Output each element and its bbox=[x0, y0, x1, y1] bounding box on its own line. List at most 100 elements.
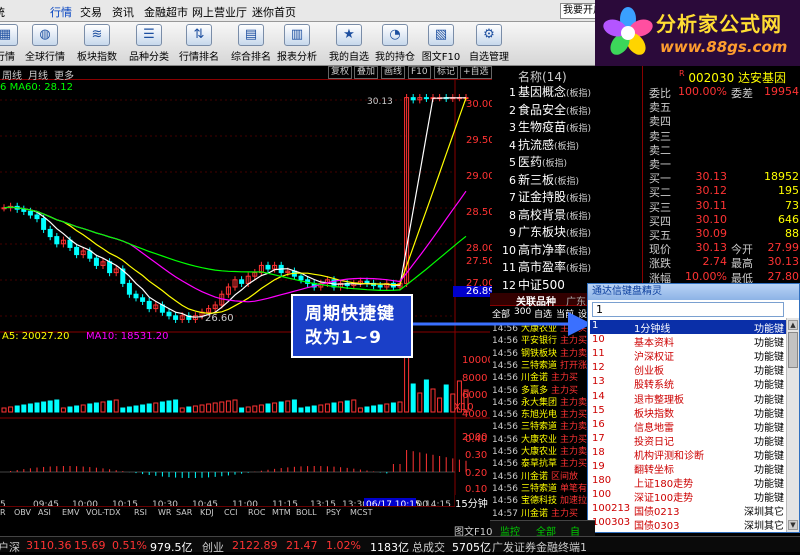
assoc-row[interactable]: 14:56 东旭光电 主力买 bbox=[492, 407, 587, 420]
indicator-tab[interactable]: PSY bbox=[326, 508, 341, 517]
overlay-button[interactable]: 叠加 bbox=[354, 66, 379, 79]
popup-name: 国债0303 bbox=[634, 521, 680, 533]
sector-list-item[interactable]: 1 基因概念(板指) bbox=[500, 83, 591, 100]
indicator-tab[interactable]: RSI bbox=[134, 508, 147, 517]
popup-row[interactable]: 11 沪深权证 功能键 bbox=[590, 348, 786, 363]
sector-list-item[interactable]: 11 高市盈率(板指) bbox=[500, 258, 591, 275]
sector-list-item[interactable]: 12 中证500 bbox=[500, 276, 565, 293]
popup-row[interactable]: 13 股转系统 功能键 bbox=[590, 376, 786, 391]
assoc-row[interactable]: 14:56 三特索道 主力卖 bbox=[492, 419, 587, 432]
assoc-row[interactable]: 14:57 川金诺 主力买 bbox=[492, 506, 578, 519]
popup-row[interactable]: 17 投资日记 功能键 bbox=[590, 433, 786, 448]
toolbar-overall-ranking-button[interactable]: ▤ 综合排名 bbox=[226, 24, 276, 64]
menu-item-market[interactable]: 行情 bbox=[50, 4, 72, 20]
volume-bar bbox=[153, 402, 159, 413]
popup-row[interactable]: 180 上证180走势 功能键 bbox=[590, 475, 786, 490]
indicator-tab[interactable]: MCST bbox=[350, 508, 372, 517]
indicator-tab[interactable]: CCI bbox=[224, 508, 238, 517]
sector-list-item[interactable]: 2 食品安全(板指) bbox=[500, 101, 591, 118]
indicator-tab[interactable]: ASI bbox=[38, 508, 51, 517]
toolbar-my-watchlist-button[interactable]: ★ 我的自选 bbox=[324, 24, 374, 64]
popup-search-input[interactable]: 1 bbox=[592, 302, 784, 317]
popup-row[interactable]: 1 1分钟线 功能键 bbox=[590, 320, 786, 335]
assoc-row[interactable]: 14:56 三特索道 单笔有 bbox=[492, 481, 587, 494]
toolbar-category-button[interactable]: ☰ 品种分类 bbox=[124, 24, 174, 64]
sector-list-item[interactable]: 9 广东板块(板指) bbox=[500, 223, 591, 240]
popup-row[interactable]: 19 翻转坐标 功能键 bbox=[590, 461, 786, 476]
indicator-tab[interactable]: MTM bbox=[272, 508, 291, 517]
toolbar-watchlist-manage-button[interactable]: ⚙ 自选管理 bbox=[464, 24, 514, 64]
indicator-tab[interactable]: WR bbox=[158, 508, 171, 517]
toolbar-f10-button[interactable]: ▧ 图文F10 bbox=[416, 24, 466, 64]
popup-row[interactable]: 18 机构评测和诊断 功能键 bbox=[590, 447, 786, 462]
indicator-tab[interactable]: R bbox=[0, 508, 6, 517]
popup-title[interactable]: 通达信键盘精灵 bbox=[588, 284, 799, 300]
indicator-tab[interactable]: BOLL bbox=[296, 508, 317, 517]
r-badge: R bbox=[679, 69, 685, 78]
sector-list-item[interactable]: 5 医药(板指) bbox=[500, 153, 567, 170]
market-icon: ▦ bbox=[0, 24, 18, 46]
popup-row[interactable]: 100303 国债0303 深圳其它 bbox=[590, 517, 786, 533]
assoc-row[interactable]: 14:56 大康农业 主力卖 bbox=[492, 444, 587, 457]
indicator-tab[interactable]: OBV bbox=[14, 508, 31, 517]
assoc-row[interactable]: 14:56 宝德科技 加速拉 bbox=[492, 493, 587, 506]
popup-name: 投资日记 bbox=[634, 436, 674, 448]
toolbar-report-button[interactable]: ▥ 报表分析 bbox=[272, 24, 322, 64]
sector-list-item[interactable]: 6 新三板(板指) bbox=[500, 171, 579, 188]
period-label[interactable]: 15分钟 bbox=[455, 495, 492, 510]
indicator-tab[interactable]: EMV bbox=[62, 508, 79, 517]
indicator-tab[interactable]: VOL-TDX bbox=[86, 508, 121, 517]
f10-button[interactable]: F10 bbox=[408, 66, 431, 79]
assoc-row[interactable]: 14:56 泰草抗草 主力买 bbox=[492, 456, 587, 469]
assoc-row[interactable]: 14:56 川金诺 主力买 bbox=[492, 370, 578, 383]
mark-button[interactable]: 标记 bbox=[434, 66, 459, 79]
menu-item-online-hall[interactable]: 网上营业厅 bbox=[192, 4, 247, 20]
menu-item-finance-market[interactable]: 金融超市 bbox=[144, 4, 188, 20]
keyboard-wizard-popup[interactable]: 通达信键盘精灵 1 ▲ ▼ 1 1分钟线 功能键 10 基本资料 功能键 11 沪深权证 功能键… bbox=[587, 283, 800, 533]
volume-bar bbox=[14, 405, 20, 413]
menu-item-mini-home[interactable]: 迷你首页 bbox=[252, 4, 296, 20]
toolbar-sector-index-button[interactable]: ≋ 板块指数 bbox=[72, 24, 122, 64]
sector-list-item[interactable]: 10 高市净率(板指) bbox=[500, 241, 591, 258]
menu-item-partial[interactable]: 统 bbox=[0, 4, 5, 20]
popup-row[interactable]: 15 板块指数 功能键 bbox=[590, 405, 786, 420]
low-price-label: 26.60 bbox=[205, 313, 234, 324]
annotation-line-1: 周期快捷键 bbox=[305, 304, 395, 324]
sector-list-item[interactable]: 4 抗流感(板指) bbox=[500, 136, 579, 153]
popup-row[interactable]: 100 深证100走势 功能键 bbox=[590, 489, 786, 504]
popup-row[interactable]: 100213 国债0213 深圳其它 bbox=[590, 503, 786, 518]
toolbar-global-button[interactable]: ◍ 全球行情 bbox=[20, 24, 70, 64]
draw-button[interactable]: 画线 bbox=[381, 66, 406, 79]
sector-list-item[interactable]: 3 生物疫苗(板指) bbox=[500, 118, 591, 135]
assoc-row[interactable]: 14:56 多赢多 主力买 bbox=[492, 383, 578, 396]
assoc-row[interactable]: 14:56 川金诺 区间放 bbox=[492, 469, 578, 482]
kline-chart[interactable]: 30.0029.5029.0028.5028.0027.5027.0026.89… bbox=[0, 80, 492, 520]
indicator-tab[interactable]: SAR bbox=[176, 508, 192, 517]
assoc-row[interactable]: 14:56 钢铁板块 主力卖 bbox=[492, 346, 587, 359]
scroll-thumb[interactable] bbox=[788, 332, 798, 368]
sector-list-item[interactable]: 8 高校背景(板指) bbox=[500, 206, 591, 223]
popup-scrollbar[interactable]: ▲ ▼ bbox=[786, 318, 799, 532]
scroll-down-icon[interactable]: ▼ bbox=[788, 520, 798, 530]
popup-row[interactable]: 12 创业板 功能键 bbox=[590, 362, 786, 377]
assoc-row[interactable]: 14:56 永大集团 主力卖 bbox=[492, 395, 587, 408]
adjust-button[interactable]: 复权 bbox=[328, 66, 353, 79]
scroll-up-icon[interactable]: ▲ bbox=[788, 320, 798, 330]
toolbar-my-position-button[interactable]: ◔ 我的持仓 bbox=[370, 24, 420, 64]
indicator-tab[interactable]: KDJ bbox=[200, 508, 214, 517]
popup-row[interactable]: 10 基本资料 功能键 bbox=[590, 334, 786, 349]
menu-item-trade[interactable]: 交易 bbox=[80, 4, 102, 20]
assoc-row[interactable]: 14:56 三特索道 打开涨 bbox=[492, 358, 587, 371]
popup-row[interactable]: 14 退市整理板 功能键 bbox=[590, 391, 786, 406]
assoc-row[interactable]: 14:56 大康农业 主力买 bbox=[492, 432, 587, 445]
menu-item-news[interactable]: 资讯 bbox=[112, 4, 134, 20]
sector-list-item[interactable]: 7 证金持股(板指) bbox=[500, 188, 591, 205]
indicator-tab[interactable]: ROC bbox=[248, 508, 265, 517]
volume-bar bbox=[318, 404, 324, 413]
toolbar-ranking-button[interactable]: ⇅ 行情排名 bbox=[174, 24, 224, 64]
assoc-header-2[interactable]: 广东 bbox=[566, 293, 586, 308]
add-watchlist-button[interactable]: +自选 bbox=[460, 66, 492, 79]
status-item: 1.02% bbox=[326, 539, 361, 552]
assoc-header[interactable]: 关联品种 bbox=[516, 293, 556, 308]
popup-row[interactable]: 16 信息地雷 功能键 bbox=[590, 419, 786, 434]
